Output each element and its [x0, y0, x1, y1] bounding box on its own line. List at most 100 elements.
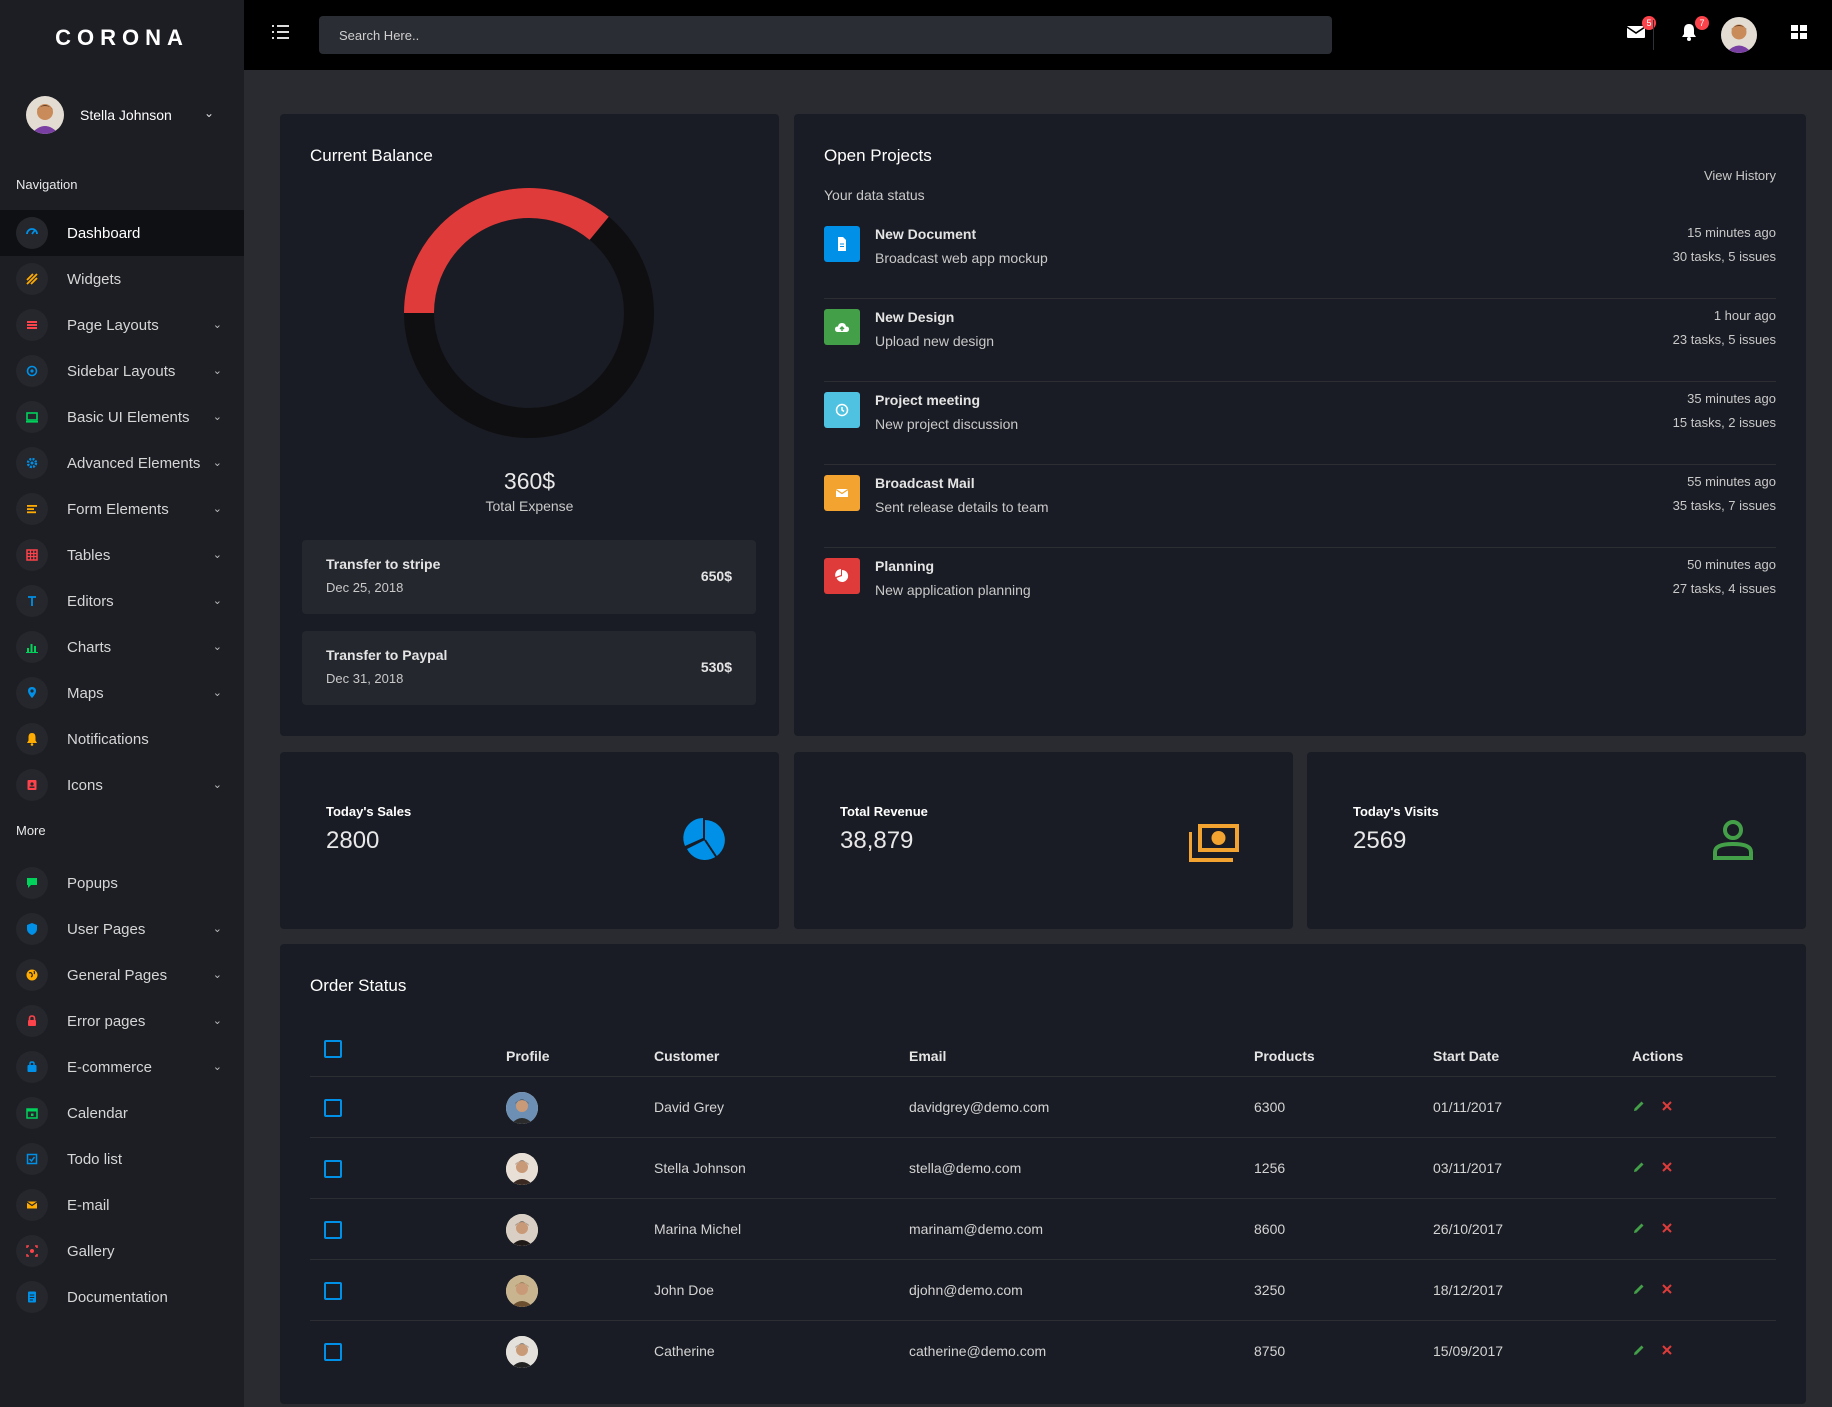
sidebar-item-notifications[interactable]: Notifications	[0, 716, 244, 762]
sidebar-item-form-elements[interactable]: Form Elements ⌄	[0, 486, 244, 532]
sidebar-item-maps[interactable]: Maps ⌄	[0, 670, 244, 716]
chevron-down-icon[interactable]: ⌄	[213, 410, 222, 423]
delete-icon[interactable]	[1660, 1099, 1676, 1115]
project-subtitle: New application planning	[875, 582, 1031, 598]
search-input[interactable]	[339, 27, 1332, 43]
sidebar-item-charts[interactable]: Charts ⌄	[0, 624, 244, 670]
project-subtitle: Sent release details to team	[875, 499, 1049, 515]
chevron-down-icon[interactable]: ⌄	[213, 1060, 222, 1073]
sidebar-item-icons[interactable]: Icons ⌄	[0, 762, 244, 808]
sidebar-item-sidebar-layouts[interactable]: Sidebar Layouts ⌄	[0, 348, 244, 394]
topbar-avatar[interactable]	[1721, 17, 1757, 53]
chevron-down-icon[interactable]: ⌄	[213, 318, 222, 331]
more-section-title: More	[16, 822, 46, 838]
mail-icon[interactable]: 5	[1626, 16, 1656, 46]
sidebar-item-user-pages[interactable]: User Pages ⌄	[0, 906, 244, 952]
delete-icon[interactable]	[1660, 1221, 1676, 1237]
edit-icon[interactable]	[1632, 1160, 1648, 1176]
project-item[interactable]: Project meeting New project discussion 35 …	[824, 382, 1776, 465]
stat-label: Total Revenue	[840, 804, 928, 819]
project-item[interactable]: Broadcast Mail Sent release details to te…	[824, 465, 1776, 548]
sidebar-profile[interactable]: Stella Johnson ⌄	[0, 76, 244, 154]
grid-apps-icon[interactable]	[1790, 22, 1814, 46]
delete-icon[interactable]	[1660, 1343, 1676, 1359]
chevron-down-icon[interactable]: ⌄	[213, 686, 222, 699]
row-checkbox[interactable]	[324, 1099, 342, 1117]
project-time: 35 minutes ago	[1687, 391, 1776, 406]
row-checkbox[interactable]	[324, 1160, 342, 1178]
project-time: 1 hour ago	[1713, 308, 1776, 323]
chevron-down-icon[interactable]: ⌄	[213, 456, 222, 469]
chevron-down-icon[interactable]: ⌄	[213, 364, 222, 377]
chevron-down-icon[interactable]: ⌄	[213, 1014, 222, 1027]
customer-cell: Stella Johnson	[654, 1160, 746, 1176]
map-marker-icon	[16, 677, 48, 709]
table-row[interactable]: John Doe djohn@demo.com 3250 18/12/2017	[310, 1260, 1776, 1321]
chevron-down-icon[interactable]: ⌄	[213, 968, 222, 981]
delete-icon[interactable]	[1660, 1160, 1676, 1176]
bell-icon	[16, 723, 48, 755]
sidebar-item-basic-ui-elements[interactable]: Basic UI Elements ⌄	[0, 394, 244, 440]
table-row[interactable]: David Grey davidgrey@demo.com 6300 01/11/20…	[310, 1077, 1776, 1138]
sidebar-item-label: E-mail	[67, 1196, 110, 1214]
sidebar-item-general-pages[interactable]: General Pages ⌄	[0, 952, 244, 998]
row-checkbox[interactable]	[324, 1343, 342, 1361]
sidebar-item-popups[interactable]: Popups	[0, 860, 244, 906]
user-icon	[1712, 818, 1754, 865]
balance-label: Total Expense	[485, 498, 574, 514]
transfer-item[interactable]: Transfer to stripe Dec 25, 2018 650$	[302, 540, 756, 614]
view-history-link[interactable]: View History	[1704, 168, 1776, 183]
edit-icon[interactable]	[1632, 1343, 1648, 1359]
project-subtitle: Broadcast web app mockup	[875, 250, 1048, 266]
stat-card-sales: Today's Sales 2800	[280, 752, 779, 929]
sidebar-item-advanced-elements[interactable]: Advanced Elements ⌄	[0, 440, 244, 486]
sidebar-item-widgets[interactable]: Widgets	[0, 256, 244, 302]
chevron-down-icon[interactable]: ⌄	[204, 106, 214, 120]
menu-toggle-icon[interactable]	[272, 24, 292, 44]
brand-logo[interactable]: CORONA	[0, 0, 244, 76]
transfer-item[interactable]: Transfer to Paypal Dec 31, 2018 530$	[302, 631, 756, 705]
sidebar-item-todo-list[interactable]: Todo list	[0, 1136, 244, 1182]
sidebar-item-calendar[interactable]: Calendar	[0, 1090, 244, 1136]
sidebar-item-dashboard[interactable]: Dashboard	[0, 210, 244, 256]
current-balance-card: Current Balance 360$ Total Expense Trans…	[280, 114, 779, 736]
search-bar[interactable]	[319, 16, 1332, 54]
sidebar-item-page-layouts[interactable]: Page Layouts ⌄	[0, 302, 244, 348]
chevron-down-icon[interactable]: ⌄	[213, 548, 222, 561]
sidebar-item-error-pages[interactable]: Error pages ⌄	[0, 998, 244, 1044]
sidebar-item-tables[interactable]: Tables ⌄	[0, 532, 244, 578]
sidebar-item-documentation[interactable]: Documentation	[0, 1274, 244, 1320]
edit-icon[interactable]	[1632, 1221, 1648, 1237]
email-cell: djohn@demo.com	[909, 1282, 1023, 1298]
sidebar-item-e-mail[interactable]: E-mail	[0, 1182, 244, 1228]
sidebar-item-e-commerce[interactable]: E-commerce ⌄	[0, 1044, 244, 1090]
customer-cell: Catherine	[654, 1343, 715, 1359]
project-item[interactable]: New Document Broadcast web app mockup 15 m…	[824, 216, 1776, 299]
table-row[interactable]: Stella Johnson stella@demo.com 1256 03/11/2…	[310, 1138, 1776, 1199]
select-all-checkbox[interactable]	[324, 1040, 342, 1058]
table-row[interactable]: Marina Michel marinam@demo.com 8600 26/10/2…	[310, 1199, 1776, 1260]
project-item[interactable]: Planning New application planning 50 minut…	[824, 548, 1776, 631]
chevron-down-icon[interactable]: ⌄	[213, 922, 222, 935]
row-checkbox[interactable]	[324, 1282, 342, 1300]
bell-icon[interactable]: 7	[1679, 16, 1709, 46]
nav-section-title: Navigation	[16, 176, 78, 192]
sidebar-item-editors[interactable]: Editors ⌄	[0, 578, 244, 624]
avatar	[506, 1214, 538, 1246]
customer-cell: John Doe	[654, 1282, 714, 1298]
chevron-down-icon[interactable]: ⌄	[213, 594, 222, 607]
edit-icon[interactable]	[1632, 1099, 1648, 1115]
column-header: Profile	[506, 1048, 550, 1064]
edit-icon[interactable]	[1632, 1282, 1648, 1298]
transfer-title: Transfer to Paypal	[326, 647, 448, 663]
chevron-down-icon[interactable]: ⌄	[213, 502, 222, 515]
table-row[interactable]: Catherine catherine@demo.com 8750 15/09/201…	[310, 1321, 1776, 1382]
sidebar-item-gallery[interactable]: Gallery	[0, 1228, 244, 1274]
security-icon	[16, 913, 48, 945]
project-item[interactable]: New Design Upload new design 1 hour ago 23 …	[824, 299, 1776, 382]
sidebar-item-label: Error pages	[67, 1012, 146, 1030]
chevron-down-icon[interactable]: ⌄	[213, 778, 222, 791]
delete-icon[interactable]	[1660, 1282, 1676, 1298]
chevron-down-icon[interactable]: ⌄	[213, 640, 222, 653]
row-checkbox[interactable]	[324, 1221, 342, 1239]
